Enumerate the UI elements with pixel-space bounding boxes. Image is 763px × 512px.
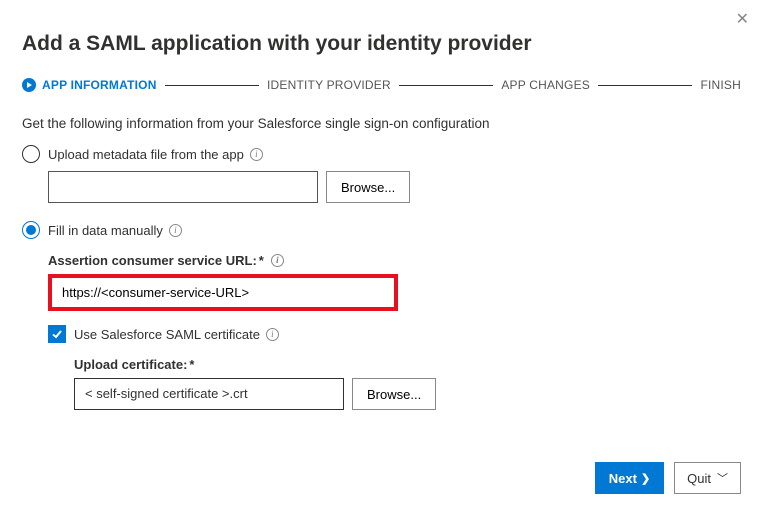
step-identity-provider: IDENTITY PROVIDER bbox=[267, 78, 391, 92]
step-label: IDENTITY PROVIDER bbox=[267, 78, 391, 92]
radio-icon bbox=[22, 145, 40, 163]
browse-certificate-button[interactable]: Browse... bbox=[352, 378, 436, 410]
label-text: Upload certificate: bbox=[74, 357, 187, 372]
step-connector bbox=[399, 85, 493, 86]
required-marker: * bbox=[189, 357, 194, 372]
label-text: Assertion consumer service URL: bbox=[48, 253, 257, 268]
acs-url-label: Assertion consumer service URL: * i bbox=[48, 253, 741, 268]
info-icon[interactable]: i bbox=[266, 328, 279, 341]
step-app-information: APP INFORMATION bbox=[22, 78, 157, 92]
next-button[interactable]: Next ❯ bbox=[595, 462, 664, 494]
chevron-down-icon: ﹀ bbox=[717, 470, 728, 486]
radio-label: Upload metadata file from the app bbox=[48, 147, 244, 162]
info-icon[interactable]: i bbox=[169, 224, 182, 237]
step-label: APP CHANGES bbox=[501, 78, 590, 92]
radio-label: Fill in data manually bbox=[48, 223, 163, 238]
wizard-stepper: APP INFORMATION IDENTITY PROVIDER APP CH… bbox=[22, 78, 741, 92]
use-salesforce-cert-checkbox[interactable]: Use Salesforce SAML certificate i bbox=[48, 325, 741, 343]
browse-metadata-button[interactable]: Browse... bbox=[326, 171, 410, 203]
button-label: Quit bbox=[687, 471, 711, 486]
close-button[interactable]: ✕ bbox=[732, 8, 753, 32]
step-active-icon bbox=[22, 78, 36, 92]
dialog-title: Add a SAML application with your identit… bbox=[22, 32, 741, 56]
checkbox-label: Use Salesforce SAML certificate bbox=[74, 327, 260, 342]
info-icon[interactable]: i bbox=[250, 148, 263, 161]
dialog-footer: Next ❯ Quit ﹀ bbox=[595, 462, 741, 494]
certificate-file-field[interactable]: < self-signed certificate >.crt bbox=[74, 378, 344, 410]
info-icon[interactable]: i bbox=[271, 254, 284, 267]
radio-fill-manually[interactable]: Fill in data manually i bbox=[22, 221, 741, 239]
step-label: FINISH bbox=[700, 78, 741, 92]
radio-icon bbox=[22, 221, 40, 239]
chevron-right-icon: ❯ bbox=[641, 472, 650, 485]
required-marker: * bbox=[259, 253, 264, 268]
step-connector bbox=[165, 85, 259, 86]
step-finish: FINISH bbox=[700, 78, 741, 92]
button-label: Next bbox=[609, 471, 637, 486]
acs-url-highlight bbox=[48, 274, 398, 311]
metadata-file-field[interactable] bbox=[48, 171, 318, 203]
intro-text: Get the following information from your … bbox=[22, 116, 741, 131]
step-app-changes: APP CHANGES bbox=[501, 78, 590, 92]
checkbox-checked-icon bbox=[48, 325, 66, 343]
quit-button[interactable]: Quit ﹀ bbox=[674, 462, 741, 494]
step-label: APP INFORMATION bbox=[42, 78, 157, 92]
acs-url-input[interactable] bbox=[52, 278, 394, 307]
radio-upload-metadata[interactable]: Upload metadata file from the app i bbox=[22, 145, 741, 163]
step-connector bbox=[598, 85, 692, 86]
upload-cert-label: Upload certificate: * bbox=[74, 357, 741, 372]
close-icon: ✕ bbox=[736, 11, 749, 28]
